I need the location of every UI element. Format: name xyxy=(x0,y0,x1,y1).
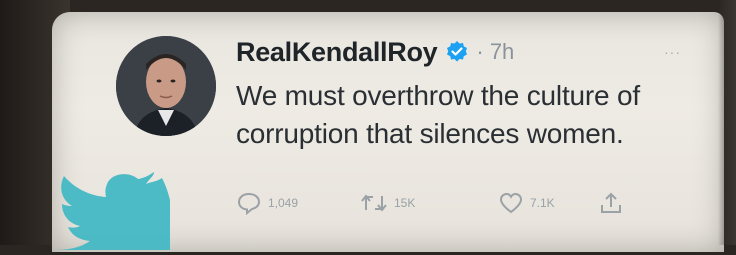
like-icon xyxy=(499,192,523,214)
tweet-text-line-2: corruption that silences women. xyxy=(236,118,624,149)
tweet-actions: 1,049 15K 7.1K xyxy=(236,190,656,218)
like-button[interactable]: 7.1K xyxy=(498,190,555,216)
like-count: 7.1K xyxy=(530,196,555,210)
photo-edge-shadow-right xyxy=(718,0,736,245)
timestamp[interactable]: · 7h xyxy=(476,39,514,65)
reply-icon xyxy=(237,192,261,216)
tweet-text-line-1: We must overthrow the culture of xyxy=(236,80,640,111)
verified-badge-icon xyxy=(445,40,469,64)
retweet-button[interactable]: 15K xyxy=(360,190,415,216)
share-icon xyxy=(601,192,621,213)
twitter-bird-icon xyxy=(50,170,170,250)
tweet-body: We must overthrow the culture of corrupt… xyxy=(236,77,676,153)
tweet-header: RealKendallRoy · 7h xyxy=(236,32,514,72)
more-icon[interactable]: ··· xyxy=(664,44,681,60)
avatar[interactable] xyxy=(116,36,216,136)
timestamp-value: 7h xyxy=(489,39,515,64)
retweet-count: 15K xyxy=(394,196,416,210)
username-link[interactable]: RealKendallRoy xyxy=(236,37,438,68)
share-button[interactable] xyxy=(598,190,624,216)
reply-count: 1,049 xyxy=(268,196,299,210)
retweet-icon xyxy=(361,194,387,212)
reply-button[interactable]: 1,049 xyxy=(236,190,298,216)
